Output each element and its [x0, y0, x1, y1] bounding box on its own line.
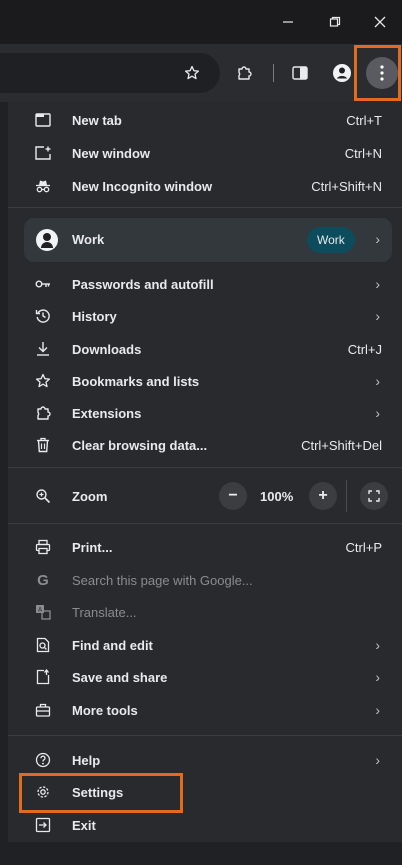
minimize-icon[interactable]	[266, 8, 310, 36]
menu-item-label: Clear browsing data...	[72, 437, 208, 453]
menu-item-label: Help	[72, 752, 101, 768]
menu-item-bookmarks[interactable]: Bookmarks and lists ›	[8, 365, 394, 397]
chevron-right-icon: ›	[375, 702, 380, 718]
close-icon[interactable]	[358, 8, 402, 36]
menu-item-print[interactable]: Print... Ctrl+P	[8, 531, 394, 563]
menu-item-clear-data[interactable]: Clear browsing data... Ctrl+Shift+Del	[8, 429, 394, 461]
menu-item-new-incognito[interactable]: New Incognito window Ctrl+Shift+N	[8, 170, 394, 202]
menu-item-new-window[interactable]: New window Ctrl+N	[8, 137, 394, 169]
browser-toolbar	[0, 44, 402, 102]
menu-item-search-google: G Search this page with Google...	[8, 564, 394, 596]
menu-item-shortcut: Ctrl+P	[345, 539, 382, 555]
menu-item-passwords[interactable]: Passwords and autofill ›	[8, 268, 394, 300]
help-icon	[34, 751, 52, 769]
menu-item-label: Exit	[72, 817, 96, 833]
translate-icon: A	[34, 603, 52, 621]
menu-item-downloads[interactable]: Downloads Ctrl+J	[8, 333, 394, 365]
title-bar	[0, 0, 402, 44]
menu-item-label: Bookmarks and lists	[72, 373, 200, 389]
menu-item-label: New Incognito window	[72, 178, 213, 194]
menu-item-label: Downloads	[72, 341, 142, 357]
chrome-main-menu: New tab Ctrl+T New window Ctrl+N New Inc…	[8, 102, 402, 842]
menu-item-help[interactable]: Help ›	[8, 744, 394, 776]
menu-item-shortcut: Ctrl+Shift+Del	[301, 437, 382, 453]
puzzle-icon	[34, 404, 52, 422]
chevron-right-icon: ›	[375, 669, 380, 685]
menu-item-label: History	[72, 308, 117, 324]
menu-divider	[8, 735, 402, 736]
menu-item-extensions[interactable]: Extensions ›	[8, 397, 394, 429]
find-icon	[34, 636, 52, 654]
menu-item-new-tab[interactable]: New tab Ctrl+T	[8, 104, 394, 136]
menu-item-label: Passwords and autofill	[72, 276, 214, 292]
chevron-right-icon: ›	[375, 405, 380, 421]
side-panel-icon[interactable]	[290, 63, 310, 83]
menu-item-shortcut: Ctrl+T	[346, 112, 382, 128]
zoom-divider	[346, 480, 347, 512]
google-icon: G	[37, 571, 49, 589]
profile-icon[interactable]	[331, 63, 353, 83]
menu-item-find-edit[interactable]: Find and edit ›	[8, 629, 394, 661]
menu-item-label: New window	[72, 145, 150, 161]
menu-divider	[8, 467, 402, 468]
zoom-icon	[34, 487, 52, 505]
star-icon[interactable]	[182, 63, 202, 83]
menu-item-label: New tab	[72, 112, 122, 128]
menu-item-label: Save and share	[72, 669, 168, 685]
incognito-icon	[34, 177, 52, 195]
star-icon	[34, 372, 52, 390]
puzzle-icon[interactable]	[234, 63, 254, 83]
chevron-right-icon: ›	[375, 752, 380, 768]
menu-item-more-tools[interactable]: More tools ›	[8, 694, 394, 726]
profile-row[interactable]: Work Work ›	[24, 218, 392, 262]
chevron-right-icon: ›	[375, 276, 380, 292]
menu-item-label: Find and edit	[72, 637, 153, 653]
menu-item-history[interactable]: History ›	[8, 300, 394, 332]
chevron-right-icon: ›	[375, 373, 380, 389]
settings-highlight	[19, 773, 183, 813]
new-tab-icon	[34, 111, 52, 129]
chevron-right-icon: ›	[375, 637, 380, 653]
avatar-icon	[36, 229, 58, 251]
menu-button-highlight	[354, 45, 401, 101]
menu-item-exit[interactable]: Exit	[8, 809, 394, 841]
fullscreen-button[interactable]	[360, 482, 388, 510]
zoom-in-button[interactable]: +	[309, 482, 337, 510]
menu-item-label: Print...	[72, 539, 113, 555]
zoom-out-button[interactable]: −	[219, 482, 247, 510]
exit-icon	[34, 816, 52, 834]
fullscreen-icon	[368, 490, 380, 502]
printer-icon	[34, 538, 52, 556]
menu-item-shortcut: Ctrl+N	[344, 145, 382, 161]
menu-divider	[8, 523, 402, 524]
menu-item-translate: A Translate...	[8, 596, 394, 628]
chevron-right-icon: ›	[375, 308, 380, 324]
menu-item-label: Translate...	[72, 604, 137, 620]
toolbox-icon	[34, 701, 52, 719]
history-icon	[34, 307, 52, 325]
menu-item-shortcut: Ctrl+J	[347, 341, 382, 357]
menu-divider	[8, 207, 402, 208]
menu-item-save-share[interactable]: Save and share ›	[8, 661, 394, 693]
zoom-value: 100%	[260, 489, 294, 504]
download-icon	[34, 340, 52, 358]
save-share-icon	[34, 668, 52, 686]
menu-item-label: Extensions	[72, 405, 142, 421]
toolbar-divider	[273, 64, 274, 82]
menu-item-label: More tools	[72, 702, 138, 718]
chevron-right-icon: ›	[375, 231, 380, 247]
new-window-icon	[34, 144, 52, 162]
restore-icon[interactable]	[313, 8, 357, 36]
zoom-row: Zoom − 100% +	[8, 480, 402, 512]
profile-badge: Work	[307, 227, 355, 253]
trash-icon	[34, 436, 52, 454]
menu-item-label: Search this page with Google...	[72, 572, 253, 588]
profile-name: Work	[72, 232, 105, 247]
menu-item-label: Zoom	[72, 488, 108, 504]
menu-item-shortcut: Ctrl+Shift+N	[311, 178, 382, 194]
key-icon	[34, 275, 52, 293]
